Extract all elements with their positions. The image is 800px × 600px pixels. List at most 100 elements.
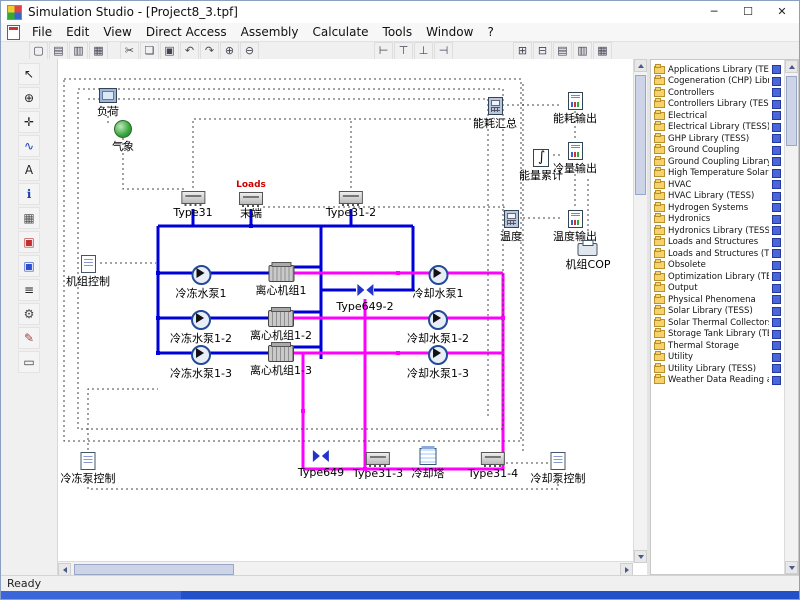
link-ctrl-top-collect[interactable] xyxy=(193,119,495,188)
component-energy-output[interactable]: 能耗输出 xyxy=(553,92,597,125)
menu-item-window[interactable]: Window xyxy=(419,24,480,40)
eraser-tool-button[interactable]: ▭ xyxy=(18,351,40,373)
print-button[interactable]: ▦ xyxy=(89,42,108,60)
expand-button[interactable] xyxy=(772,330,781,339)
menu-item-direct-access[interactable]: Direct Access xyxy=(139,24,234,40)
expand-button[interactable] xyxy=(772,192,781,201)
component-cw-pump-control[interactable]: 冷却泵控制 xyxy=(531,452,586,485)
minimize-button[interactable]: ─ xyxy=(697,1,731,23)
expand-button[interactable] xyxy=(772,215,781,224)
expand-button[interactable] xyxy=(772,318,781,327)
text-tool-button[interactable]: A xyxy=(18,159,40,181)
component-weather[interactable]: 气象 xyxy=(112,120,134,153)
library-item-hydronics[interactable]: Hydronics xyxy=(651,214,784,226)
component-energy-sum[interactable]: 能耗汇总 xyxy=(473,97,517,130)
align-left-button[interactable]: ⊢ xyxy=(374,42,393,60)
expand-button[interactable] xyxy=(772,134,781,143)
link-tool-button[interactable]: ∿ xyxy=(18,135,40,157)
open-button[interactable]: ▤ xyxy=(49,42,68,60)
library-item-solar-library-tess[interactable]: Solar Library (TESS) xyxy=(651,306,784,318)
redo-button[interactable]: ↷ xyxy=(200,42,219,60)
link-chw-type649-2-riser[interactable] xyxy=(374,226,413,290)
diagram-canvas[interactable]: 负荷气象Type31末端Type31-2机组控制冷冻水泵1离心机组1Type64… xyxy=(58,59,633,563)
zoom-tool-button[interactable]: ⊕ xyxy=(18,87,40,109)
align-top-button[interactable]: ⊤ xyxy=(394,42,413,60)
component-chw-pump-3[interactable]: 冷冻水泵1-3 xyxy=(170,345,232,380)
library-item-utility[interactable]: Utility xyxy=(651,352,784,364)
library-item-utility-library-tess[interactable]: Utility Library (TESS) xyxy=(651,363,784,375)
zoom-out-button[interactable]: ⊖ xyxy=(240,42,259,60)
menu-item-file[interactable]: File xyxy=(25,24,59,40)
component-temperature[interactable]: 温度 xyxy=(500,210,522,243)
component-cooling-output[interactable]: 冷量输出 xyxy=(553,142,597,175)
document-icon[interactable] xyxy=(7,25,20,40)
red-swatch-tool-button[interactable]: ▣ xyxy=(18,231,40,253)
library-item-physical-phenomena[interactable]: Physical Phenomena xyxy=(651,294,784,306)
library-item-ground-coupling-library-tess[interactable]: Ground Coupling Library (TESS) xyxy=(651,156,784,168)
window-cascade-button[interactable]: ⊟ xyxy=(533,42,552,60)
library-item-output[interactable]: Output xyxy=(651,283,784,295)
maximize-button[interactable]: ☐ xyxy=(731,1,765,23)
library-item-electrical[interactable]: Electrical xyxy=(651,110,784,122)
window-tile-button[interactable]: ⊞ xyxy=(513,42,532,60)
align-right-button[interactable]: ⊣ xyxy=(434,42,453,60)
menu-item-view[interactable]: View xyxy=(96,24,138,40)
expand-button[interactable] xyxy=(772,100,781,109)
expand-button[interactable] xyxy=(772,180,781,189)
pan-tool-button[interactable]: ✛ xyxy=(18,111,40,133)
expand-button[interactable] xyxy=(772,261,781,270)
canvas-horizontal-scroll-thumb[interactable] xyxy=(74,564,234,575)
library-item-loads-and-structures-tess[interactable]: Loads and Structures (TESS) xyxy=(651,248,784,260)
component-cw-pump-2[interactable]: 冷却水泵1-2 xyxy=(407,310,469,345)
library-item-thermal-storage[interactable]: Thermal Storage xyxy=(651,340,784,352)
expand-button[interactable] xyxy=(772,249,781,258)
expand-button[interactable] xyxy=(772,123,781,132)
library-item-loads-and-structures[interactable]: Loads and Structures xyxy=(651,237,784,249)
canvas-vertical-scrollbar[interactable] xyxy=(633,59,647,563)
library-item-applications-library-tess[interactable]: Applications Library (TESS) xyxy=(651,64,784,76)
component-unit-control[interactable]: 机组控制 xyxy=(66,255,110,288)
menu-item-[interactable]: ? xyxy=(480,24,500,40)
expand-button[interactable] xyxy=(772,238,781,247)
expand-button[interactable] xyxy=(772,376,781,385)
library-item-electrical-library-tess[interactable]: Electrical Library (TESS) xyxy=(651,122,784,134)
component-chiller-1[interactable]: 离心机组1 xyxy=(256,265,307,297)
component-type31[interactable]: Type31 xyxy=(173,191,212,219)
align-bottom-button[interactable]: ⊥ xyxy=(414,42,433,60)
component-type649-2[interactable]: Type649-2 xyxy=(336,282,393,313)
save-button[interactable]: ▥ xyxy=(69,42,88,60)
menu-item-calculate[interactable]: Calculate xyxy=(306,24,376,40)
paste-button[interactable]: ▣ xyxy=(160,42,179,60)
library-item-ground-coupling[interactable]: Ground Coupling xyxy=(651,145,784,157)
component-terminal[interactable]: 末端 xyxy=(239,192,263,220)
expand-button[interactable] xyxy=(772,77,781,86)
component-cooling-tower[interactable]: 冷却塔 xyxy=(412,448,445,480)
expand-button[interactable] xyxy=(772,88,781,97)
canvas-vertical-scroll-thumb[interactable] xyxy=(635,75,646,195)
link-ctrl-terminal-temp[interactable] xyxy=(263,207,504,212)
new-button[interactable]: ▢ xyxy=(29,42,48,60)
library-item-obsolete[interactable]: Obsolete xyxy=(651,260,784,272)
canvas-scroll-down-button[interactable] xyxy=(634,550,647,563)
expand-button[interactable] xyxy=(772,111,781,120)
library-item-weather-data-reading-and-process[interactable]: Weather Data Reading and Process xyxy=(651,375,784,387)
copy-button[interactable]: ❏ xyxy=(140,42,159,60)
view-grid-button[interactable]: ▦ xyxy=(593,42,612,60)
layers-tool-button[interactable]: ≡ xyxy=(18,279,40,301)
expand-button[interactable] xyxy=(772,307,781,316)
library-scroll-down-button[interactable] xyxy=(785,561,798,574)
library-item-cogeneration-chp-library-tess[interactable]: Cogeneration (CHP) Library (TESS) xyxy=(651,76,784,88)
menu-item-assembly[interactable]: Assembly xyxy=(234,24,306,40)
library-item-hvac[interactable]: HVAC xyxy=(651,179,784,191)
expand-button[interactable] xyxy=(772,364,781,373)
library-item-ghp-library-tess[interactable]: GHP Library (TESS) xyxy=(651,133,784,145)
library-scroll-thumb[interactable] xyxy=(786,76,797,146)
component-chw-pump-1[interactable]: 冷冻水泵1 xyxy=(176,265,227,300)
expand-button[interactable] xyxy=(772,295,781,304)
component-type649[interactable]: Type649 xyxy=(298,448,344,479)
library-scrollbar[interactable] xyxy=(784,60,798,574)
component-type31-3[interactable]: Type31-3 xyxy=(353,452,403,480)
menu-item-edit[interactable]: Edit xyxy=(59,24,96,40)
library-item-hydrogen-systems[interactable]: Hydrogen Systems xyxy=(651,202,784,214)
view-list-button[interactable]: ▤ xyxy=(553,42,572,60)
